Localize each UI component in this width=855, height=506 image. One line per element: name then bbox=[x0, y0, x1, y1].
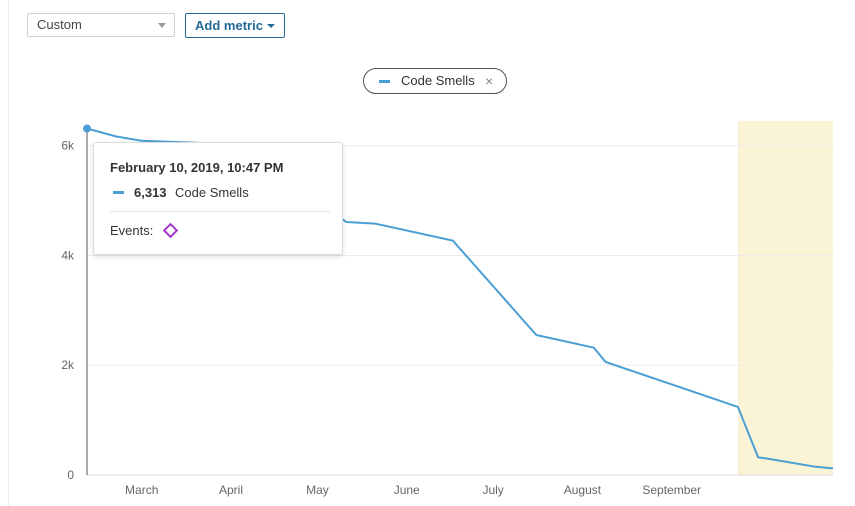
y-tick-label: 4k bbox=[61, 248, 75, 262]
tooltip-events-label: Events: bbox=[110, 223, 154, 238]
tooltip-date: February 10, 2019, 10:47 PM bbox=[110, 160, 284, 175]
y-tick-label: 0 bbox=[67, 468, 74, 482]
hover-tooltip: February 10, 2019, 10:47 PM 6,313 Code S… bbox=[93, 142, 343, 255]
y-axis-ticks: 0 2k 4k 6k bbox=[61, 139, 75, 482]
x-tick-label: April bbox=[219, 483, 243, 497]
event-diamond-icon[interactable] bbox=[162, 222, 179, 239]
tooltip-divider bbox=[110, 211, 330, 212]
tooltip-value: 6,313 bbox=[134, 185, 167, 200]
x-axis-ticks: March April May June July August September bbox=[125, 483, 701, 497]
tooltip-metric-name: Code Smells bbox=[175, 185, 249, 200]
hover-point bbox=[83, 124, 91, 133]
x-tick-label: March bbox=[125, 483, 158, 497]
x-tick-label: September bbox=[642, 483, 701, 497]
x-tick-label: May bbox=[306, 483, 329, 497]
y-tick-label: 2k bbox=[61, 358, 75, 372]
highlight-band bbox=[737, 121, 833, 475]
y-tick-label: 6k bbox=[61, 139, 75, 153]
x-tick-label: June bbox=[394, 483, 420, 497]
x-tick-label: August bbox=[564, 483, 602, 497]
x-tick-label: July bbox=[482, 483, 503, 497]
tooltip-series-swatch-icon bbox=[113, 191, 124, 194]
